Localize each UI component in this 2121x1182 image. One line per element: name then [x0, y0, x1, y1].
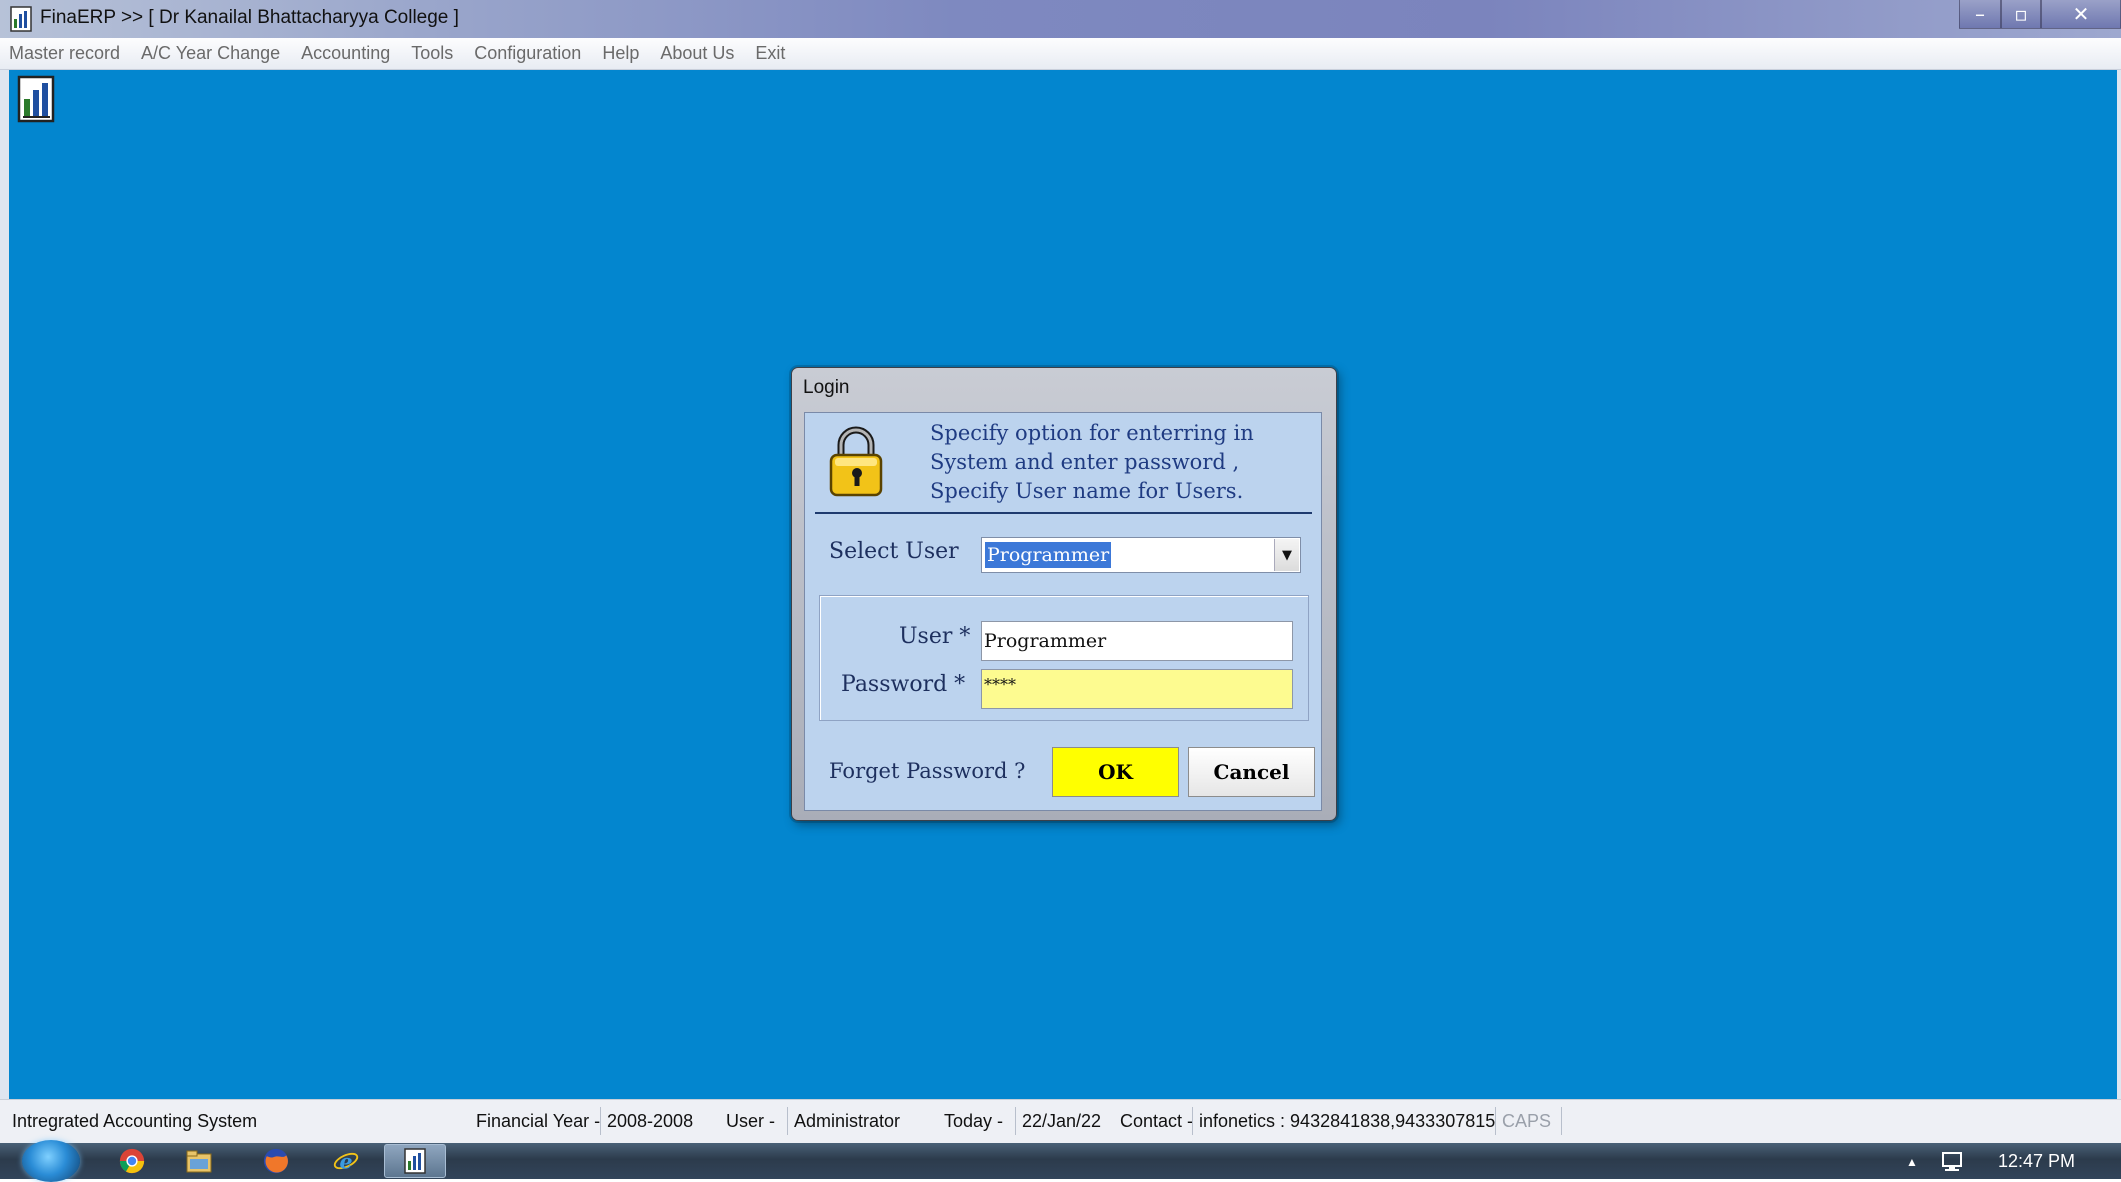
window-frame-right: [2117, 70, 2121, 1099]
cancel-button[interactable]: Cancel: [1188, 747, 1315, 797]
internet-explorer-icon[interactable]: e: [331, 1147, 361, 1175]
divider: [815, 512, 1312, 514]
show-hidden-icons-button[interactable]: ▲: [1906, 1155, 1918, 1169]
finaerp-icon: [404, 1148, 426, 1174]
password-field[interactable]: ****: [981, 669, 1293, 709]
file-explorer-icon[interactable]: [184, 1147, 214, 1175]
chrome-icon[interactable]: [117, 1147, 147, 1175]
window-frame-left: [0, 70, 9, 1099]
password-label: Password *: [841, 672, 966, 697]
caps-indicator: CAPS: [1495, 1107, 1563, 1135]
windows-taskbar: e ▲ 12:47 PM: [0, 1140, 2121, 1182]
svg-text:e: e: [339, 1149, 352, 1173]
login-dialog-body: Specify option for enterring in System a…: [804, 412, 1322, 811]
user-field[interactable]: Programmer: [981, 621, 1293, 661]
financial-year-label: Financial Year -: [476, 1111, 601, 1131]
maximize-button[interactable]: ▫: [2001, 0, 2041, 29]
window-controls: – ▫ ✕: [1959, 0, 2121, 30]
firefox-icon[interactable]: [261, 1147, 291, 1175]
menu-accounting[interactable]: Accounting: [301, 43, 390, 64]
status-app-name: Intregrated Accounting System: [12, 1111, 258, 1131]
financial-year-value: 2008-2008: [600, 1107, 693, 1135]
close-button[interactable]: ✕: [2041, 0, 2121, 29]
report-chart-icon[interactable]: [17, 75, 55, 123]
minimize-icon: –: [1975, 2, 1985, 26]
ok-button[interactable]: OK: [1052, 747, 1179, 797]
window-title-bar[interactable]: FinaERP >> [ Dr Kanailal Bhattacharyya C…: [0, 0, 2121, 38]
menu-ac-year-change[interactable]: A/C Year Change: [141, 43, 280, 64]
contact-label: Contact -: [1120, 1111, 1194, 1131]
menu-master-record[interactable]: Master record: [9, 43, 120, 64]
select-user-dropdown[interactable]: Programmer ▼: [981, 537, 1301, 573]
contact-value: infonetics : 9432841838,9433307815: [1192, 1107, 1495, 1135]
select-user-label: Select User: [829, 539, 959, 564]
menu-help[interactable]: Help: [602, 43, 639, 64]
menu-tools[interactable]: Tools: [411, 43, 453, 64]
chevron-down-icon[interactable]: ▼: [1274, 539, 1299, 571]
minimize-button[interactable]: –: [1959, 0, 2001, 29]
today-value: 22/Jan/22: [1015, 1107, 1101, 1135]
menu-bar: Master record A/C Year Change Accounting…: [0, 38, 2121, 70]
login-dialog: Login Specify option for enterring in Sy…: [791, 367, 1337, 821]
mdi-client-area: Login Specify option for enterring in Sy…: [9, 70, 2117, 1099]
login-instructions: Specify option for enterring in System a…: [930, 419, 1310, 506]
forget-password-link[interactable]: Forget Password ?: [829, 759, 1025, 783]
today-label: Today -: [944, 1111, 1004, 1131]
window-title: FinaERP >> [ Dr Kanailal Bhattacharyya C…: [40, 7, 459, 28]
status-bar: Intregrated Accounting System Financial …: [0, 1099, 2121, 1143]
taskbar-finaerp-button[interactable]: [384, 1144, 446, 1178]
status-user-label: User -: [726, 1111, 775, 1131]
user-label: User *: [899, 624, 971, 649]
network-icon[interactable]: [1940, 1151, 1966, 1173]
windows-start-icon[interactable]: [22, 1140, 80, 1182]
instruction-line: Specify option for enterring in: [930, 421, 1254, 445]
close-icon: ✕: [2072, 2, 2090, 26]
dialog-title: Login: [803, 377, 850, 398]
maximize-icon: ▫: [2014, 2, 2028, 26]
finaerp-app-icon: [10, 6, 32, 32]
instruction-line: System and enter password ,: [930, 450, 1240, 474]
select-user-value: Programmer: [985, 542, 1112, 568]
menu-configuration[interactable]: Configuration: [474, 43, 581, 64]
menu-exit[interactable]: Exit: [755, 43, 785, 64]
instruction-line: Specify User name for Users.: [930, 479, 1244, 503]
system-clock[interactable]: 12:47 PM: [1998, 1151, 2075, 1172]
padlock-icon: [829, 426, 883, 497]
menu-about-us[interactable]: About Us: [660, 43, 734, 64]
status-user-value: Administrator: [787, 1107, 900, 1135]
